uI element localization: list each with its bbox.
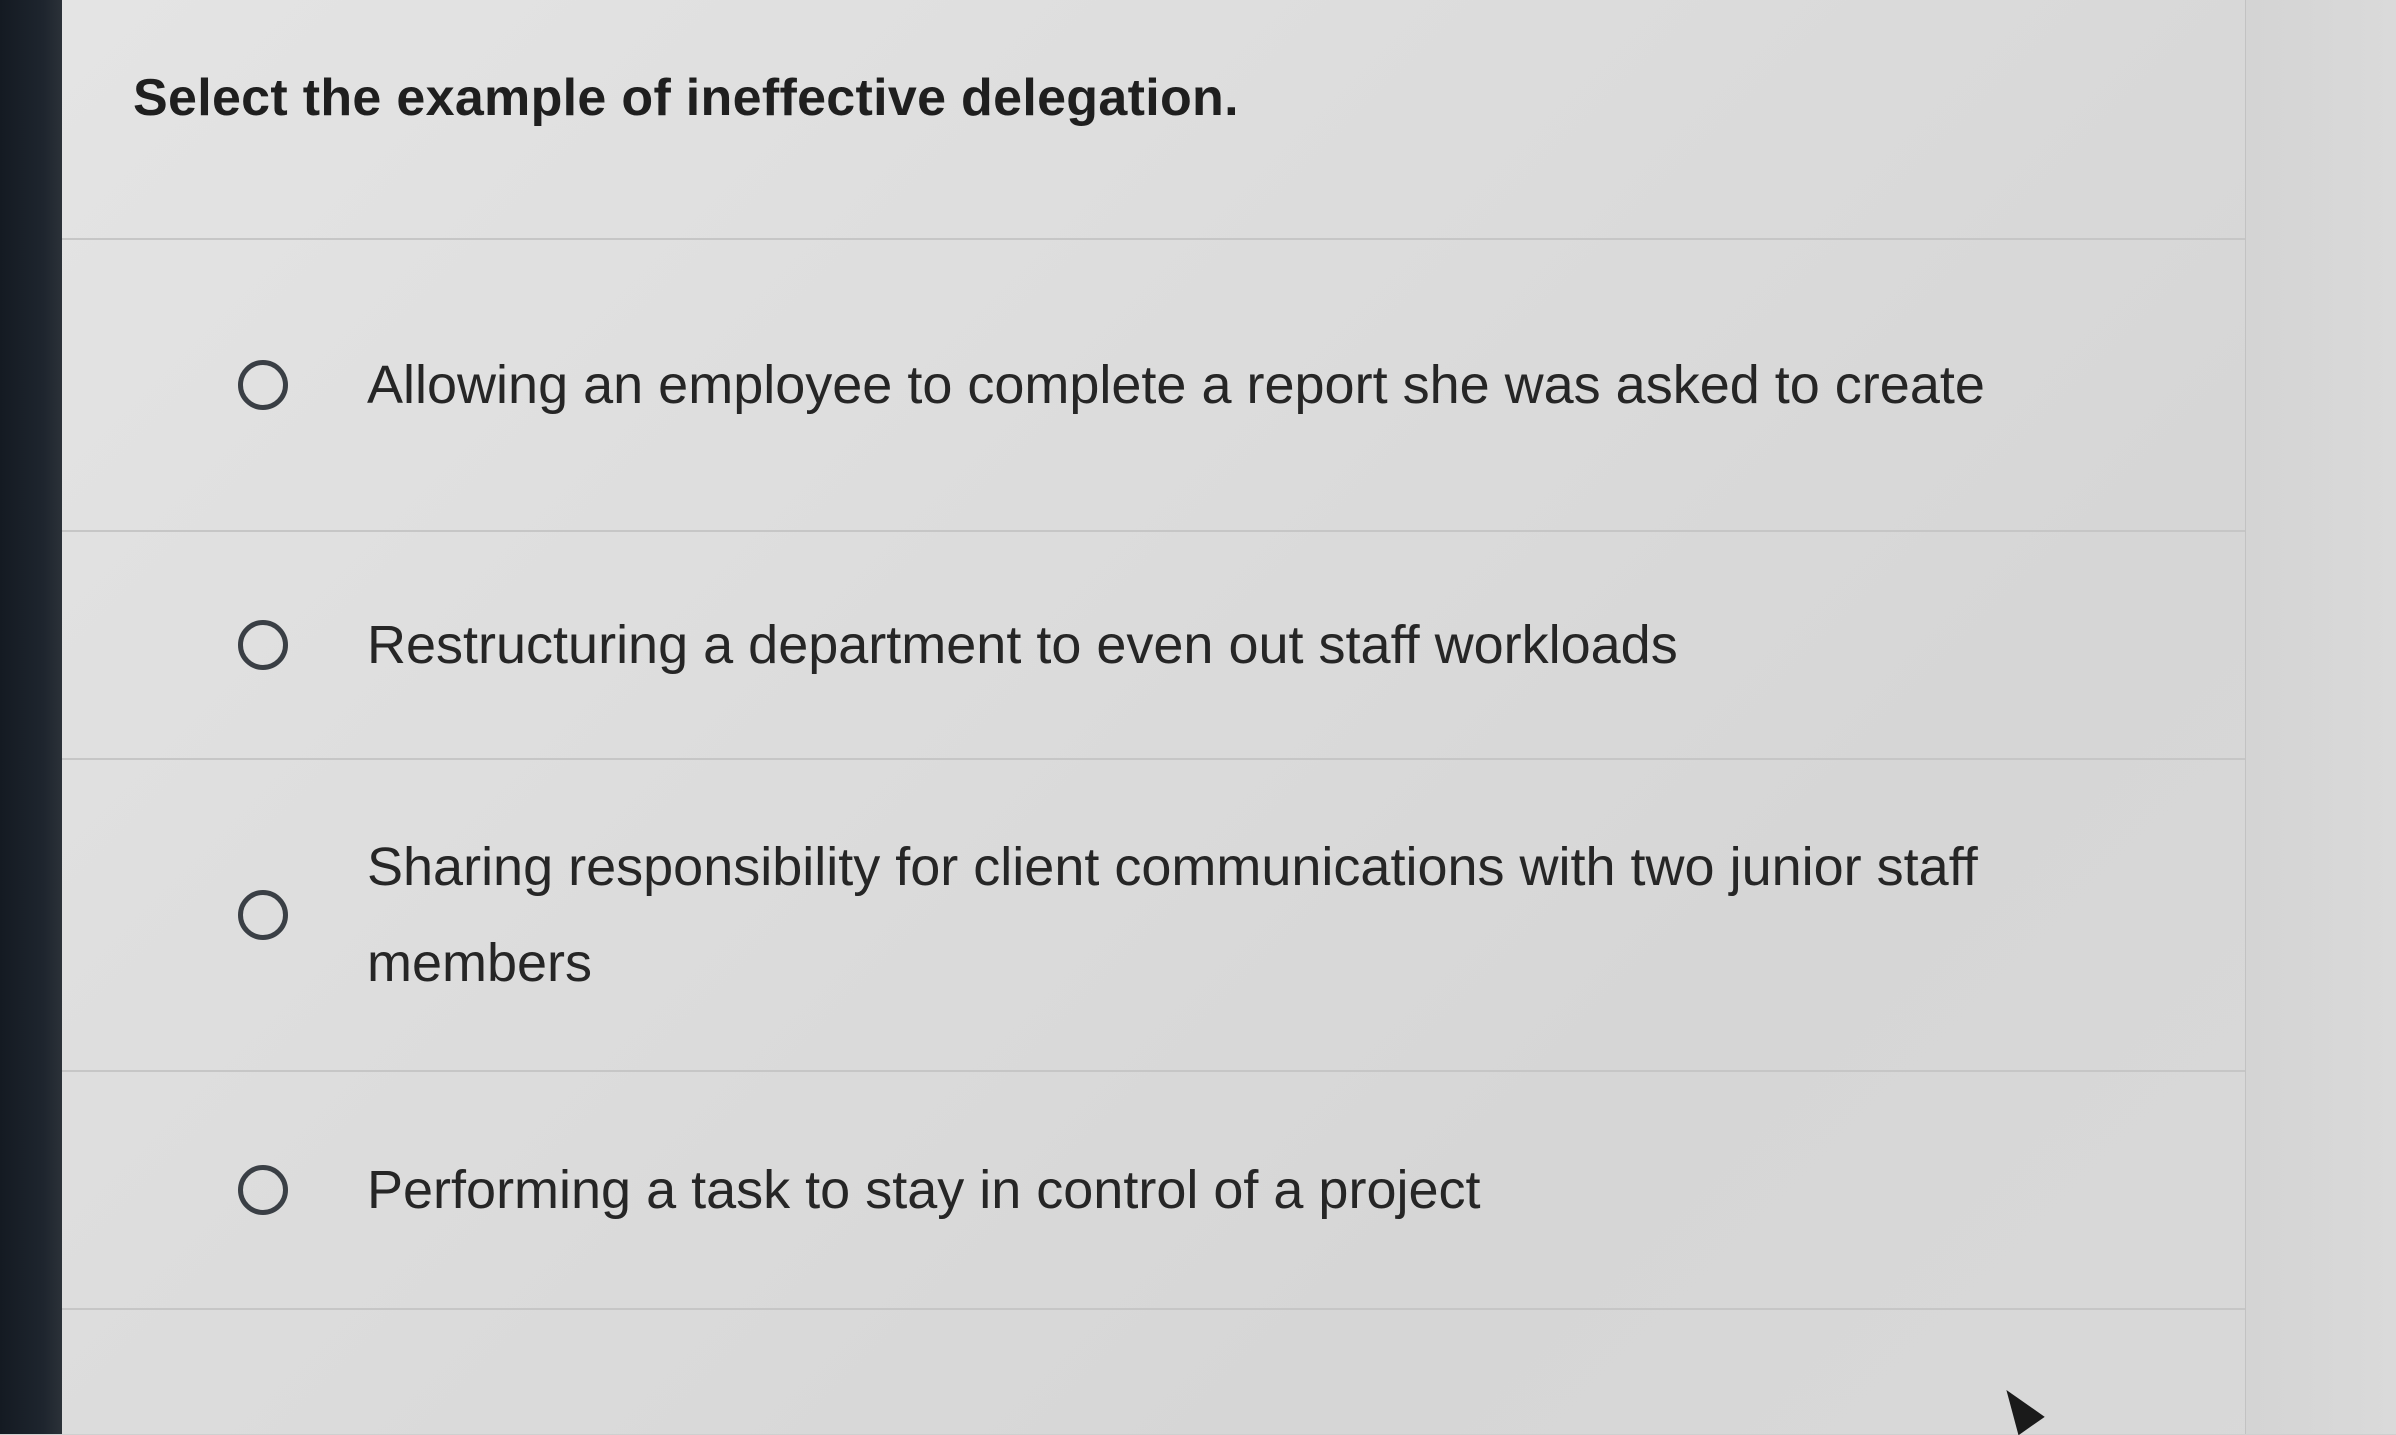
answer-options-list: Allowing an employee to complete a repor… (62, 238, 2245, 1314)
answer-option-4[interactable]: Performing a task to stay in control of … (62, 1070, 2245, 1308)
options-divider (62, 1308, 2245, 1314)
answer-option-1[interactable]: Allowing an employee to complete a repor… (62, 238, 2245, 530)
radio-button-icon[interactable] (238, 890, 288, 940)
answer-option-label: Sharing responsibility for client commun… (367, 837, 1978, 993)
question-prompt: Select the example of ineffective delega… (133, 69, 1239, 127)
answer-option-2[interactable]: Restructuring a department to even out s… (62, 530, 2245, 758)
answer-option-3[interactable]: Sharing responsibility for client commun… (62, 758, 2245, 1070)
answer-option-label: Restructuring a department to even out s… (367, 615, 1678, 675)
radio-button-icon[interactable] (238, 360, 288, 410)
radio-button-icon[interactable] (238, 1165, 288, 1215)
answer-option-label: Performing a task to stay in control of … (367, 1160, 1481, 1220)
screen-bezel (0, 0, 62, 1434)
answer-option-label: Allowing an employee to complete a repor… (367, 355, 1985, 415)
radio-button-icon[interactable] (238, 620, 288, 670)
right-panel-edge (2245, 0, 2396, 1434)
